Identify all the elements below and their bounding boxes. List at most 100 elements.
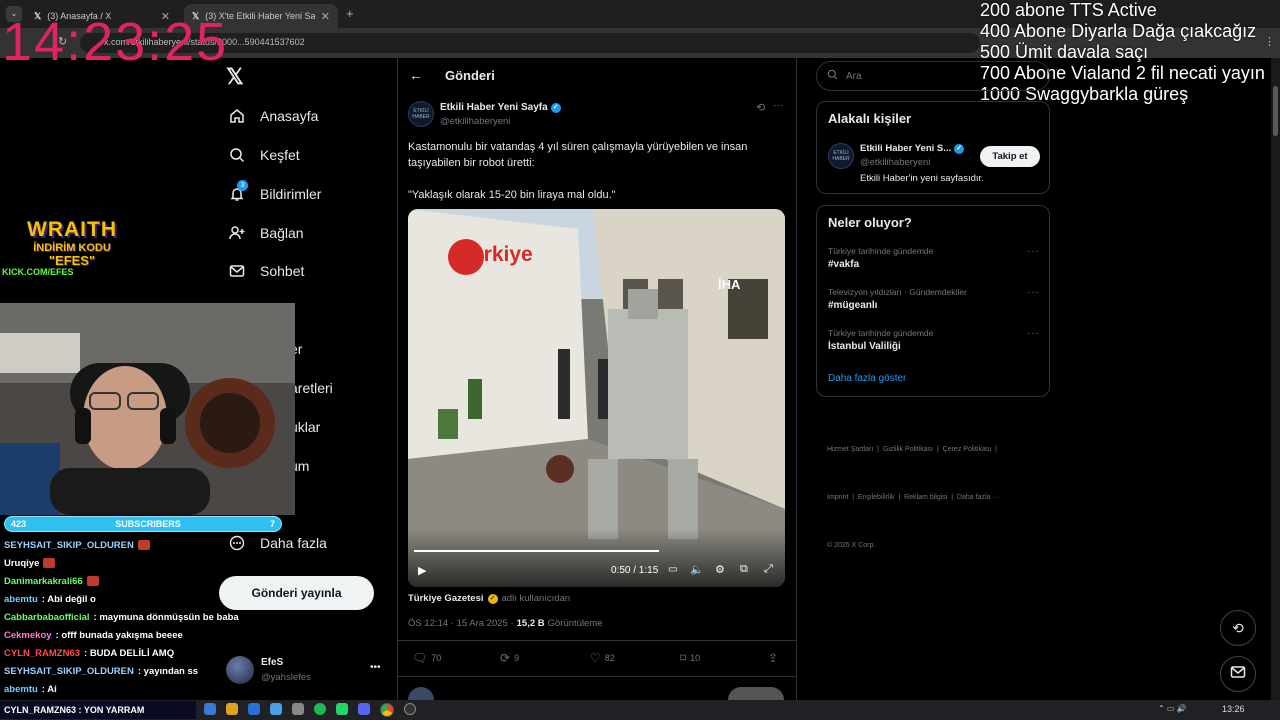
sub-label: SUBSCRIBERS bbox=[115, 519, 181, 529]
share-icon: ⇪ bbox=[768, 651, 779, 665]
back-arrow-icon[interactable]: ← bbox=[409, 67, 423, 83]
scrollbar[interactable] bbox=[1271, 58, 1280, 700]
stream-clock: 14:23:25 bbox=[2, 12, 229, 72]
close-icon[interactable]: ✕ bbox=[321, 10, 330, 23]
add-person-icon bbox=[228, 224, 246, 242]
chat-message: CYLN_RAMZN63: BUDA DELİLİ AMQ bbox=[0, 644, 300, 662]
chat-message: Cekmekoy: offf bunada yakışma beeee bbox=[0, 626, 300, 644]
post-meta: ÖS 12:14 · 15 Ara 2025 · 15,2 B Görüntül… bbox=[408, 618, 603, 629]
related-avatar[interactable]: ETKİLİ HABER bbox=[828, 143, 854, 169]
webcam-feed bbox=[0, 303, 295, 515]
sidebar-item-partial[interactable]: aretleri bbox=[290, 380, 333, 396]
chat-ticker: CYLN_RAMZN63 : YON YARRAM bbox=[0, 701, 196, 719]
chat-text: : maymuna dönmüşsün be baba bbox=[93, 611, 239, 623]
emote-icon bbox=[137, 540, 150, 550]
like-button[interactable]: ♡ 82 bbox=[590, 651, 615, 665]
share-button[interactable]: ⇪ bbox=[768, 651, 778, 665]
source-suffix: adlı kullanıcıdan bbox=[501, 593, 571, 604]
app-icon[interactable] bbox=[270, 703, 282, 715]
reply-submit-button[interactable] bbox=[728, 687, 784, 700]
search-box[interactable]: Ara bbox=[816, 61, 1050, 91]
post-more-icon[interactable]: ··· bbox=[773, 100, 783, 111]
subscriber-goal-bar: 423 SUBSCRIBERS 7 bbox=[4, 516, 282, 532]
app-icon[interactable] bbox=[404, 703, 416, 715]
mail-icon bbox=[1230, 664, 1246, 685]
account-more-icon[interactable]: ••• bbox=[370, 662, 381, 673]
trend-more-icon[interactable]: ··· bbox=[1027, 246, 1040, 257]
trend-more-icon[interactable]: ··· bbox=[1027, 287, 1040, 298]
app-icon[interactable] bbox=[336, 703, 348, 715]
pip-icon[interactable]: ⧉ bbox=[740, 563, 748, 576]
chat-message: SEYHSAIT_SIKIP_OLDUREN: yayından ss bbox=[0, 662, 300, 680]
app-icon[interactable] bbox=[292, 703, 304, 715]
chat-text: : Ai bbox=[41, 683, 57, 695]
promo-code: "EFES" bbox=[48, 253, 96, 268]
captions-icon[interactable]: ▭ bbox=[668, 564, 677, 575]
play-icon[interactable]: ▶ bbox=[418, 564, 426, 577]
sidebar-item-label: Bildirimler bbox=[260, 186, 322, 202]
related-title: Alakalı kişiler bbox=[828, 111, 912, 126]
sidebar-item-connect[interactable]: Bağlan bbox=[228, 220, 304, 246]
app-icon[interactable] bbox=[248, 703, 260, 715]
footer-line[interactable]: Hizmet Şartları | Gizlilik Politikası | … bbox=[827, 442, 1052, 458]
trend-item[interactable]: Türkiye tarihinde gündemde #vakfa ··· bbox=[828, 246, 1040, 270]
grok-icon[interactable]: ⟲ bbox=[756, 101, 765, 114]
author-handle: @etkilihaberyeni bbox=[440, 116, 511, 127]
chrome-icon[interactable] bbox=[380, 703, 394, 717]
chat-message: Cabbarbabaofficial: maymuna dönmüşsün be… bbox=[0, 608, 300, 626]
repost-button[interactable]: ⟳ 9 bbox=[500, 651, 519, 665]
post-text-line: taşıyabilen bir robot üretti: bbox=[408, 157, 535, 169]
video-time: 0:50 / 1:15 bbox=[611, 565, 659, 576]
fullscreen-icon[interactable]: ⤢ bbox=[764, 563, 773, 576]
bookmark-button[interactable]: ⌑ 10 bbox=[680, 651, 700, 665]
trends-title: Neler oluyor? bbox=[828, 215, 912, 230]
sub-goal: 7 bbox=[269, 519, 275, 529]
tray-icons[interactable]: ⌃ ▭ 🔊 bbox=[1158, 704, 1187, 713]
verified-gold-icon: ✓ bbox=[487, 593, 498, 604]
emote-icon bbox=[43, 558, 56, 568]
grok-icon: ⟲ bbox=[1232, 619, 1244, 636]
new-tab-button[interactable]: + bbox=[346, 6, 354, 21]
spotify-icon[interactable] bbox=[314, 703, 326, 715]
scrollbar-thumb[interactable] bbox=[1273, 86, 1278, 136]
chat-message: Danimarkakrali66 bbox=[0, 572, 300, 590]
sidebar-item-home[interactable]: Anasayfa bbox=[228, 103, 318, 129]
grok-float-button[interactable]: ⟲ bbox=[1220, 610, 1256, 646]
notification-badge: 3 bbox=[237, 180, 248, 191]
author-avatar[interactable]: ETKİLİ HABER bbox=[408, 101, 434, 127]
video-watermark: İHA bbox=[718, 277, 741, 292]
x-logo-icon[interactable]: 𝕏 bbox=[226, 64, 244, 90]
video-progress-track[interactable] bbox=[414, 550, 779, 552]
bookmark-count: 10 bbox=[690, 653, 701, 663]
trend-item[interactable]: Televizyon yıldızları · Gündemdekiler #m… bbox=[828, 287, 1040, 311]
show-more-link[interactable]: Daha fazla göster bbox=[828, 373, 906, 384]
related-bio: Etkili Haber'in yeni sayfasıdır. bbox=[860, 173, 984, 184]
trend-more-icon[interactable]: ··· bbox=[1027, 328, 1040, 339]
sidebar-item-explore[interactable]: Keşfet bbox=[228, 142, 300, 168]
divider bbox=[398, 640, 796, 641]
bell-icon: 3 bbox=[228, 180, 248, 203]
follow-button[interactable]: Takip et bbox=[980, 146, 1040, 167]
trend-meta: Televizyon yıldızları · Gündemdekiler bbox=[828, 287, 967, 297]
settings-icon[interactable]: ⚙ bbox=[715, 563, 725, 576]
related-name-row[interactable]: Etkili Haber Yeni S... ✓ bbox=[860, 143, 965, 154]
chat-text: : Abi değil o bbox=[41, 593, 96, 605]
stream-chat: SEYHSAIT_SIKIP_OLDUREN Uruqiye Danimarkakr… bbox=[0, 536, 300, 698]
reply-button[interactable]: 🗨 70 bbox=[412, 651, 441, 665]
sidebar-item-notifications[interactable]: 3 Bildirimler bbox=[228, 180, 322, 207]
app-icon[interactable] bbox=[358, 703, 370, 715]
video-controls-bg bbox=[408, 529, 785, 587]
views-label: Görüntüleme bbox=[547, 618, 603, 629]
volume-icon[interactable]: 🔈 bbox=[690, 563, 704, 576]
video-source[interactable]: Türkiye Gazetesi ✓ adlı kullanıcıdan bbox=[408, 593, 570, 604]
footer-line: © 2025 X Corp. bbox=[827, 542, 876, 549]
promo-url: KICK.COM/EFES bbox=[2, 267, 74, 277]
video-player[interactable]: Türkiye İHA ▶ 0:50 / 1:15 ▭ 🔈 ⚙ ⧉ ⤢ bbox=[408, 209, 785, 587]
messages-float-button[interactable] bbox=[1220, 656, 1256, 692]
app-icon[interactable] bbox=[226, 703, 238, 715]
sidebar-item-chat[interactable]: Sohbet bbox=[228, 258, 304, 284]
footer-line[interactable]: Imprint | Erişilebilirlik | Reklam bilgi… bbox=[827, 490, 1052, 506]
app-icon[interactable] bbox=[204, 703, 216, 715]
trend-item[interactable]: Türkiye tarihinde gündemde İstanbul Vali… bbox=[828, 328, 1040, 352]
author-name-row[interactable]: Etkili Haber Yeni Sayfa ✓ bbox=[440, 102, 561, 113]
